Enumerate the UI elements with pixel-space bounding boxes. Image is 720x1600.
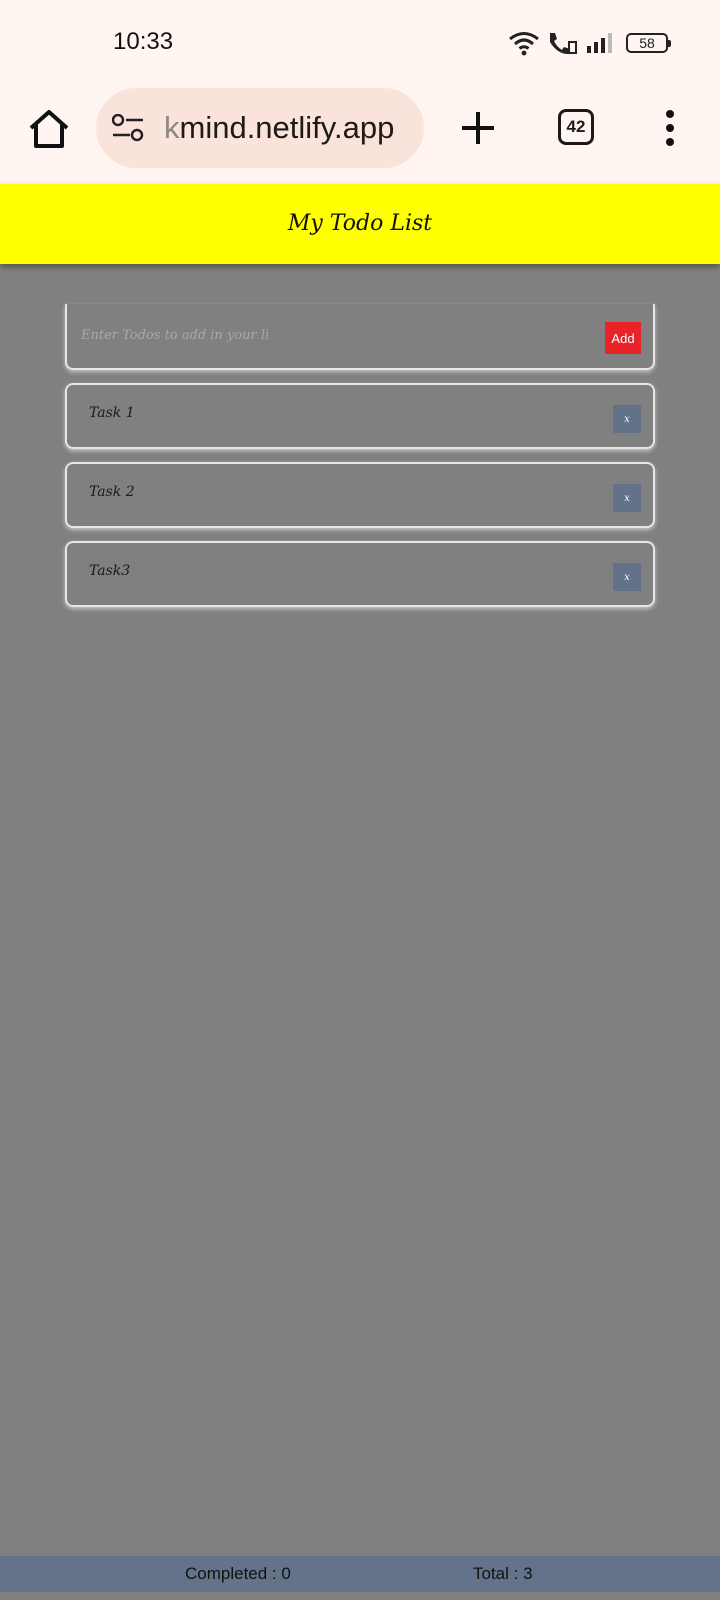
total-count: Total : 3 [473, 1564, 533, 1583]
call-icon [550, 33, 577, 55]
more-vert-icon[interactable] [658, 108, 682, 148]
todo-text: Task3 [89, 563, 131, 579]
app-header: My Todo List [0, 184, 720, 264]
plus-icon[interactable] [456, 106, 500, 150]
address-bar[interactable]: kmind.netlify.app [96, 88, 424, 168]
url-domain: mind.netlify.app [179, 110, 395, 145]
completed-count: Completed : 0 [185, 1564, 291, 1583]
battery-icon: 58 [626, 33, 671, 53]
todo-item: Task 1 x [65, 383, 655, 449]
todo-input[interactable] [81, 320, 571, 350]
todo-text: Task 1 [89, 405, 135, 421]
bottom-strip [0, 1592, 720, 1600]
tabs-icon[interactable]: 42 [558, 109, 594, 145]
wifi-icon [509, 32, 539, 56]
signal-icon [587, 33, 612, 53]
remove-todo-button[interactable]: x [613, 405, 641, 433]
remove-todo-button[interactable]: x [613, 484, 641, 512]
todo-item: Task 2 x [65, 462, 655, 528]
remove-todo-button[interactable]: x [613, 563, 641, 591]
todo-item: Task3 x [65, 541, 655, 607]
status-bar: 10:33 58 [0, 0, 720, 88]
todo-footer: Completed : 0 Total : 3 [0, 1556, 720, 1592]
url-faded-prefix: k [164, 110, 180, 145]
site-settings-icon[interactable] [112, 114, 144, 142]
url-text: kmind.netlify.app [164, 108, 416, 148]
home-icon[interactable] [26, 106, 72, 152]
add-button[interactable]: Add [605, 322, 641, 354]
todo-text: Task 2 [89, 484, 135, 500]
page-title: My Todo List [287, 211, 433, 236]
todo-input-card: Add [65, 304, 655, 370]
browser-toolbar: kmind.netlify.app 42 [0, 88, 720, 184]
clock: 10:33 [113, 28, 174, 55]
